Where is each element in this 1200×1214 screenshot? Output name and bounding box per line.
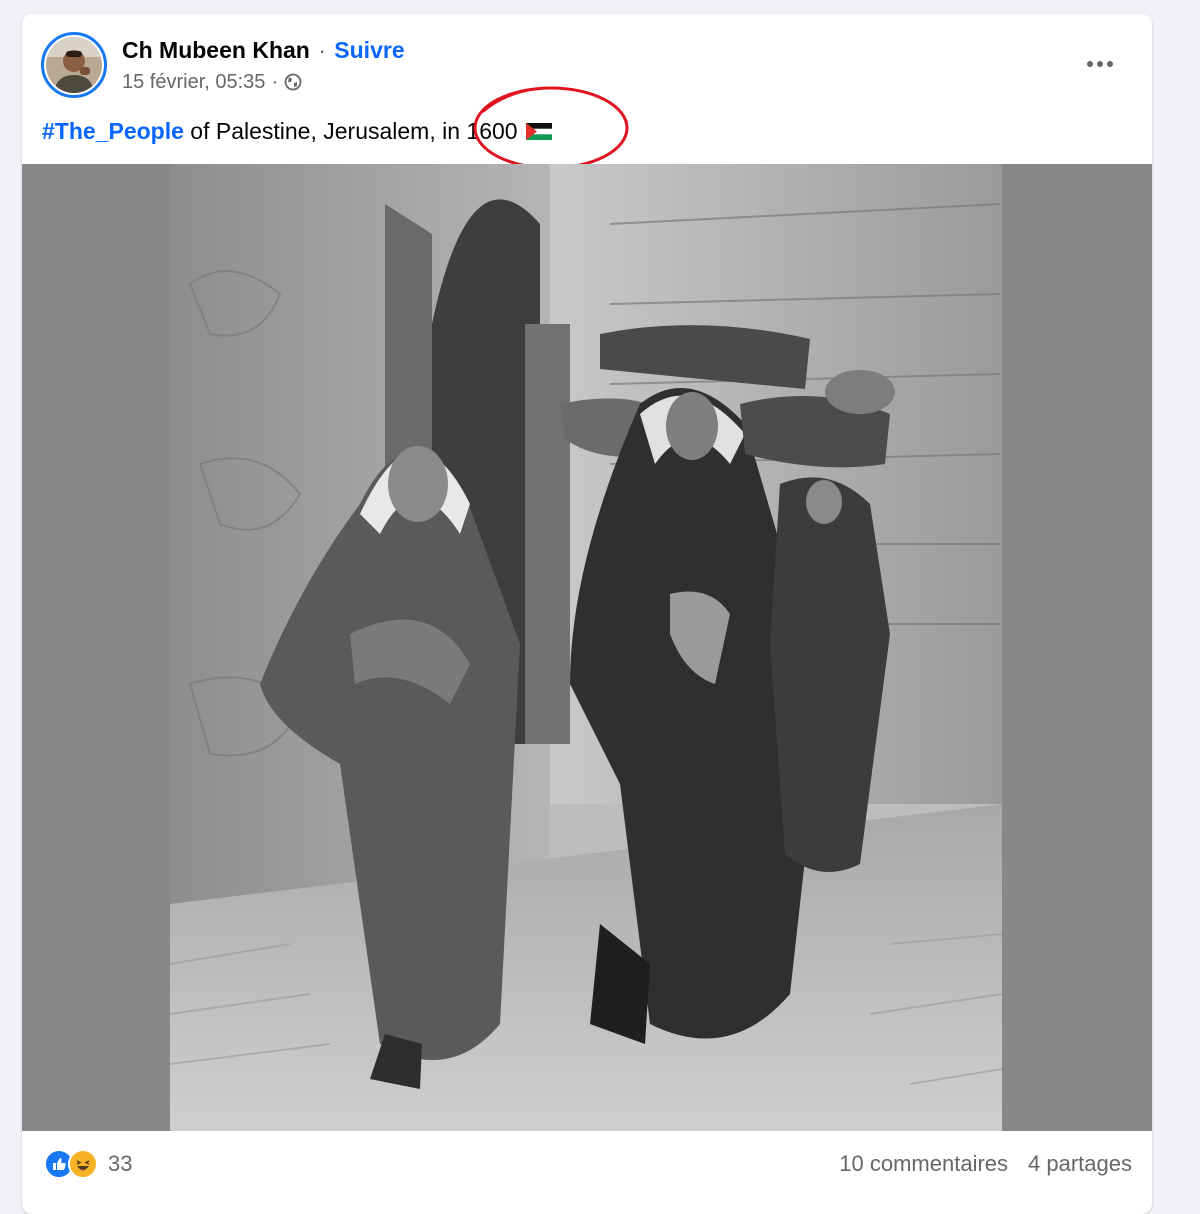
more-options-icon	[1087, 61, 1113, 67]
reaction-count: 33	[108, 1151, 133, 1176]
author-name[interactable]: Ch Mubeen Khan	[122, 37, 310, 63]
post-photo-container[interactable]	[22, 164, 1152, 1131]
globe-icon	[284, 73, 302, 91]
author-avatar[interactable]	[41, 32, 107, 98]
meta-separator: ·	[271, 71, 279, 93]
post-stats: 10 commentaires 4 partages	[839, 1151, 1132, 1177]
avatar-image	[46, 37, 102, 93]
caption-text: of Palestine, Jerusalem, in 1600	[183, 118, 518, 144]
more-options-button[interactable]	[1080, 44, 1120, 84]
hashtag-link[interactable]: #The_People	[42, 116, 184, 146]
palestine-flag-icon	[525, 122, 552, 140]
post-caption: #The_People of Palestine, Jerusalem, in …	[42, 116, 552, 146]
timestamp[interactable]: 15 février, 05:35	[122, 70, 265, 94]
separator-dot: ·	[318, 37, 326, 63]
reactions-summary[interactable]: 33	[44, 1149, 132, 1179]
follow-button[interactable]: Suivre	[334, 37, 404, 63]
author-line: Ch Mubeen Khan · Suivre	[122, 36, 405, 64]
post-photo	[170, 164, 1002, 1131]
post-footer: 33 10 commentaires 4 partages	[22, 1131, 1152, 1197]
haha-icon	[68, 1149, 98, 1179]
post-card: Ch Mubeen Khan · Suivre 15 février, 05:3…	[22, 14, 1152, 1214]
comments-count-link[interactable]: 10 commentaires	[839, 1151, 1008, 1177]
post-meta: 15 février, 05:35 ·	[122, 70, 302, 94]
shares-count-link[interactable]: 4 partages	[1028, 1151, 1132, 1177]
